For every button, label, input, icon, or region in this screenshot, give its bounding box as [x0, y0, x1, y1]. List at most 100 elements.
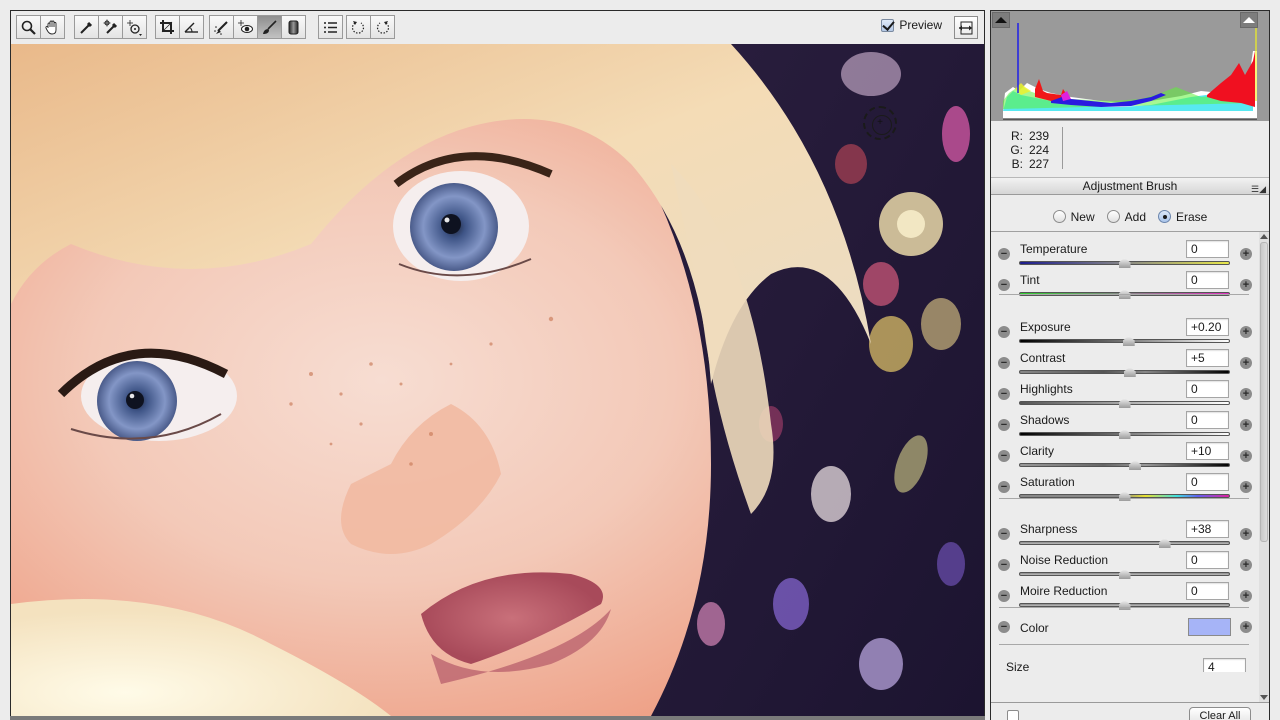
zoom-tool-button[interactable]: [16, 15, 41, 39]
increase-temperature-icon[interactable]: +: [1240, 248, 1252, 260]
mode-erase-radio[interactable]: [1158, 210, 1171, 223]
shadows-value-field[interactable]: 0: [1186, 411, 1229, 429]
straighten-tool-button[interactable]: [179, 15, 204, 39]
increase-saturation-icon[interactable]: +: [1240, 481, 1252, 493]
panel-title: Adjustment Brush: [1082, 179, 1178, 193]
crop-tool-button[interactable]: [155, 15, 180, 39]
right-panel: R: 239 G: 224 B: 227 Adjustment Brush ☰◢…: [990, 10, 1270, 720]
section-divider: [999, 498, 1249, 499]
preview-checkbox[interactable]: [881, 18, 895, 32]
image-canvas[interactable]: +: [10, 44, 985, 716]
contrast-value-field[interactable]: +5: [1186, 349, 1229, 367]
shadow-clip-triangle-icon: [995, 17, 1007, 23]
brush-crosshair-icon: +: [877, 117, 883, 128]
white-balance-tool-button[interactable]: [74, 15, 99, 39]
increase-sharpness-icon[interactable]: +: [1240, 528, 1252, 540]
decrease-contrast-icon[interactable]: −: [998, 357, 1010, 369]
mode-label: New: [1070, 209, 1095, 224]
tint-value-field[interactable]: 0: [1186, 271, 1229, 289]
highlights-value-field[interactable]: 0: [1186, 380, 1229, 398]
targeted-adjustment-tool-button[interactable]: [122, 15, 147, 39]
readout-g: G: 224: [1010, 143, 1050, 157]
decrease-moire-reduction-icon[interactable]: −: [998, 590, 1010, 602]
decrease-exposure-icon[interactable]: −: [998, 326, 1010, 338]
moire-reduction-thumb[interactable]: [1119, 600, 1131, 610]
mode-add-radio[interactable]: [1106, 210, 1120, 223]
increase-exposure-icon[interactable]: +: [1240, 326, 1252, 338]
scroll-down-icon[interactable]: [1260, 695, 1268, 700]
fullscreen-toggle-button[interactable]: [954, 16, 978, 39]
decrease-clarity-icon[interactable]: −: [998, 450, 1010, 462]
saturation-label: Saturation: [1020, 475, 1075, 489]
exposure-value-field[interactable]: +0.20: [1186, 318, 1229, 336]
slider-temperature: − Temperature 0 +: [991, 236, 1259, 267]
mode-erase[interactable]: Erase: [1158, 210, 1207, 224]
hand-tool-button[interactable]: [40, 15, 65, 39]
preview-toggle[interactable]: Preview: [881, 18, 942, 32]
decrease-temperature-icon[interactable]: −: [998, 248, 1010, 260]
noise-reduction-label: Noise Reduction: [1020, 553, 1109, 567]
moire-reduction-value-field[interactable]: 0: [1186, 582, 1229, 600]
sharpness-value-field[interactable]: +38: [1186, 520, 1229, 538]
clarity-track[interactable]: [1019, 463, 1230, 467]
highlights-label: Highlights: [1020, 382, 1073, 396]
saturation-thumb[interactable]: [1119, 491, 1131, 501]
slider-highlights: − Highlights 0 +: [991, 376, 1259, 407]
mode-new[interactable]: New: [1052, 209, 1095, 224]
sharpness-track[interactable]: [1019, 541, 1230, 545]
shadow-clipping-toggle[interactable]: [992, 12, 1010, 28]
rotate-cw-icon: [376, 20, 390, 34]
slider-saturation: − Saturation 0 +: [991, 469, 1259, 500]
noise-reduction-value-field[interactable]: 0: [1186, 551, 1229, 569]
fullscreen-icon: [959, 21, 973, 34]
decrease-tint-icon[interactable]: −: [998, 279, 1010, 291]
tint-label: Tint: [1020, 273, 1040, 287]
temperature-label: Temperature: [1020, 242, 1088, 256]
size-value-field[interactable]: 4: [1203, 658, 1246, 672]
red-eye-tool-button[interactable]: [233, 15, 258, 39]
increase-tint-icon[interactable]: +: [1240, 279, 1252, 291]
color-sampler-tool-button[interactable]: [98, 15, 123, 39]
color-clear-icon[interactable]: −: [998, 621, 1010, 633]
tool-group-local: [209, 15, 306, 39]
spot-removal-tool-button[interactable]: [209, 15, 234, 39]
rotate-left-button[interactable]: [346, 15, 371, 39]
mode-label: Erase: [1176, 209, 1208, 224]
toolbar: Preview: [10, 10, 985, 44]
show-mask-checkbox[interactable]: [1007, 710, 1019, 720]
panel-menu-icon[interactable]: ☰◢: [1251, 181, 1266, 198]
graduated-filter-tool-button[interactable]: [281, 15, 306, 39]
color-add-icon[interactable]: +: [1240, 621, 1252, 633]
panel-scrollbar[interactable]: [1259, 232, 1269, 702]
increase-contrast-icon[interactable]: +: [1240, 357, 1252, 369]
decrease-noise-reduction-icon[interactable]: −: [998, 559, 1010, 571]
slider-sharpness: − Sharpness +38 +: [991, 516, 1259, 547]
clarity-value-field[interactable]: +10: [1186, 442, 1229, 460]
preferences-button[interactable]: [318, 15, 343, 39]
scrollbar-thumb[interactable]: [1260, 242, 1268, 542]
decrease-sharpness-icon[interactable]: −: [998, 528, 1010, 540]
scroll-up-icon[interactable]: [1260, 234, 1268, 239]
rotate-right-button[interactable]: [370, 15, 395, 39]
portrait-photo: [11, 44, 984, 716]
decrease-shadows-icon[interactable]: −: [998, 419, 1010, 431]
highlight-clipping-toggle[interactable]: [1240, 12, 1258, 28]
clear-all-button[interactable]: Clear All: [1189, 707, 1251, 720]
tool-group-prefs: [318, 15, 343, 39]
saturation-value-field[interactable]: 0: [1186, 473, 1229, 491]
mode-new-radio[interactable]: [1052, 210, 1066, 223]
mode-add[interactable]: Add: [1106, 210, 1146, 224]
color-swatch[interactable]: [1188, 618, 1231, 636]
increase-moire-reduction-icon[interactable]: +: [1240, 590, 1252, 602]
adjustment-brush-tool-button[interactable]: [257, 15, 282, 39]
decrease-saturation-icon[interactable]: −: [998, 481, 1010, 493]
increase-clarity-icon[interactable]: +: [1240, 450, 1252, 462]
increase-noise-reduction-icon[interactable]: +: [1240, 559, 1252, 571]
increase-highlights-icon[interactable]: +: [1240, 388, 1252, 400]
temperature-value-field[interactable]: 0: [1186, 240, 1229, 258]
increase-shadows-icon[interactable]: +: [1240, 419, 1252, 431]
rotate-ccw-icon: [351, 20, 365, 34]
brush-mode-selector: New Add Erase: [991, 202, 1269, 232]
straighten-icon: [184, 22, 198, 33]
decrease-highlights-icon[interactable]: −: [998, 388, 1010, 400]
